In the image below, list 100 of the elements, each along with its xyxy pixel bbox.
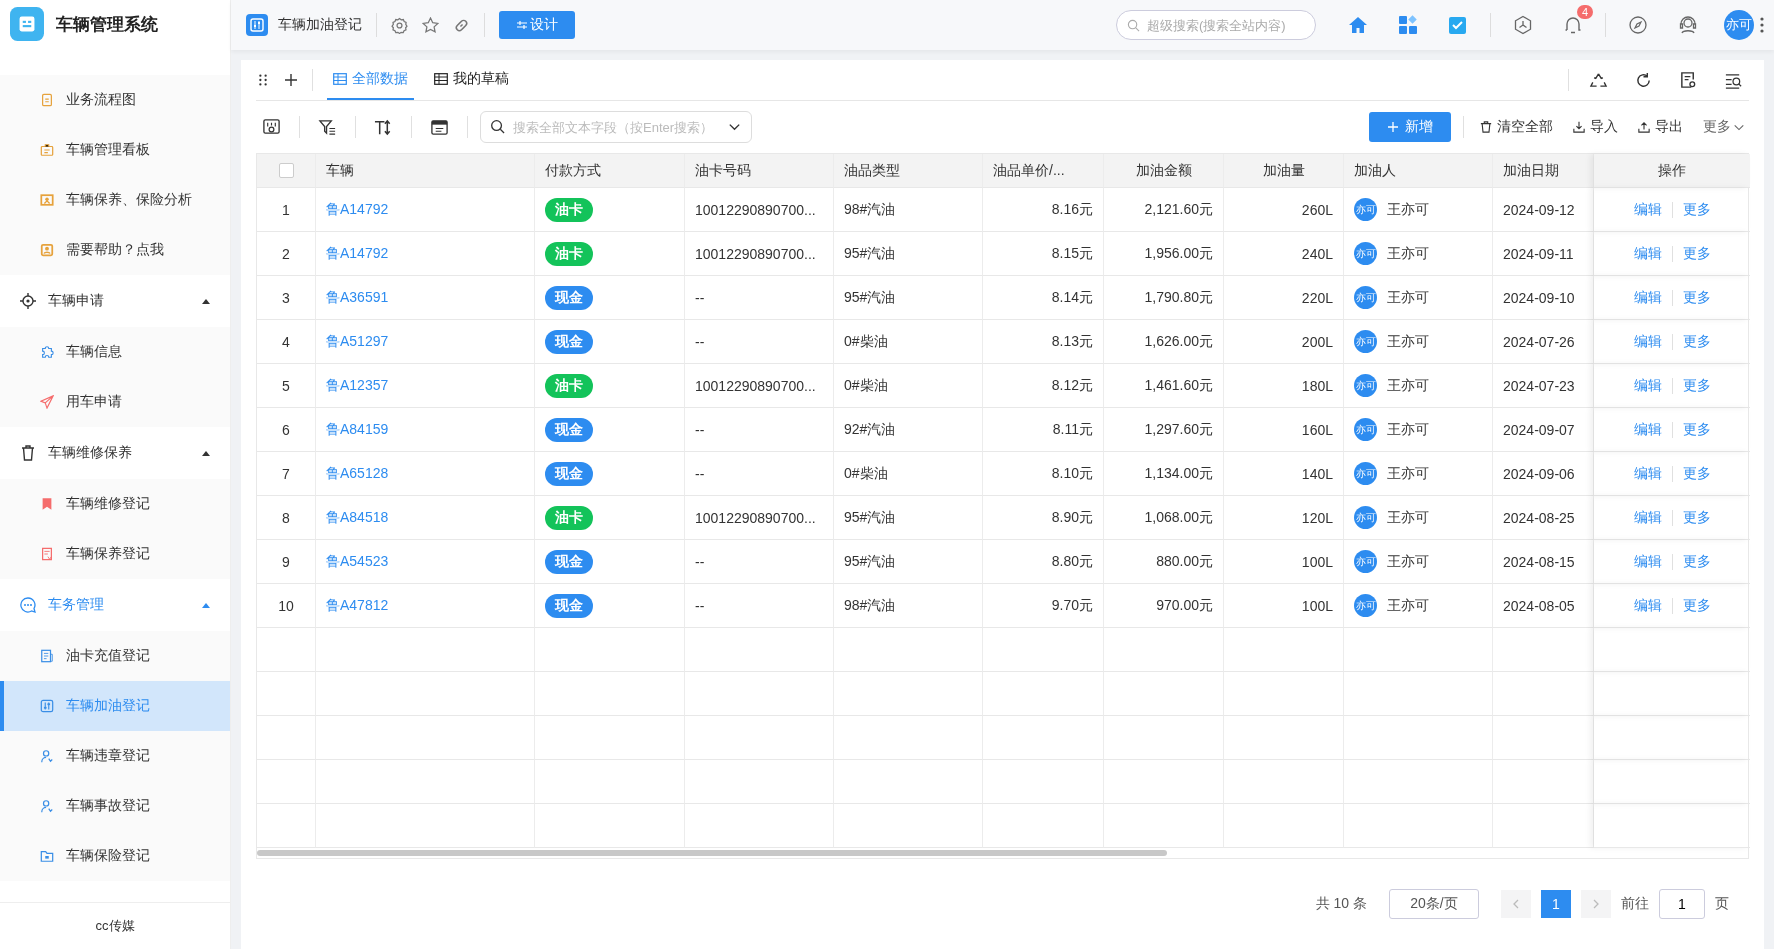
table-cell: 8.90元 [1051, 508, 1093, 527]
payment-tag: 现金 [545, 549, 593, 574]
table-cell: 2024-09-10 [1503, 289, 1575, 306]
page-input[interactable]: 1 [1659, 889, 1705, 919]
sidebar-item[interactable]: 车辆管理看板 [0, 125, 230, 175]
view-tab[interactable]: 全部数据 [327, 60, 414, 100]
hexagon-icon[interactable] [1513, 15, 1533, 35]
sidebar-item[interactable]: 车辆违章登记 [0, 731, 230, 781]
document-search-icon[interactable] [1679, 70, 1698, 90]
more-link[interactable]: 更多 [1672, 376, 1721, 395]
more-link[interactable]: 更多 [1672, 288, 1721, 307]
view-tab[interactable]: 我的草稿 [428, 60, 515, 100]
column-header: 油卡号码 [695, 161, 751, 180]
sidebar-item[interactable]: 业务流程图 [0, 75, 230, 125]
sidebar-item[interactable]: 车辆保养登记 [0, 529, 230, 579]
settings-icon[interactable] [391, 16, 408, 34]
table-cell: 10012290890700... [695, 377, 816, 394]
edit-link[interactable]: 编辑 [1623, 244, 1672, 263]
compass-icon[interactable] [1628, 15, 1648, 35]
add-button[interactable]: 新增 [1369, 112, 1451, 142]
table-cell: 240L [1301, 245, 1333, 262]
plate-link[interactable]: 鲁A84159 [326, 420, 389, 439]
filter-icon[interactable] [318, 117, 337, 137]
more-button[interactable]: 更多 [1699, 118, 1749, 136]
plate-link[interactable]: 鲁A14792 [326, 244, 389, 263]
plate-link[interactable]: 鲁A65128 [326, 464, 389, 483]
edit-link[interactable]: 编辑 [1623, 464, 1672, 483]
edit-link[interactable]: 编辑 [1623, 332, 1672, 351]
sidebar-item[interactable]: 车辆保养、保险分析 [0, 175, 230, 225]
import-button[interactable]: 导入 [1569, 118, 1622, 136]
plate-link[interactable]: 鲁A36591 [326, 288, 389, 307]
plate-link[interactable]: 鲁A47812 [326, 596, 389, 615]
plate-link[interactable]: 鲁A14792 [326, 200, 389, 219]
table-cell: 1,134.00元 [1144, 464, 1213, 483]
sidebar-item[interactable]: 用车申请 [0, 377, 230, 427]
more-icon[interactable] [1760, 17, 1764, 33]
edit-link[interactable]: 编辑 [1623, 376, 1672, 395]
apps-icon[interactable] [1398, 15, 1418, 35]
plate-link[interactable]: 鲁A12357 [326, 376, 389, 395]
more-link[interactable]: 更多 [1672, 552, 1721, 571]
edit-link[interactable]: 编辑 [1623, 420, 1672, 439]
drag-handle-icon[interactable] [256, 73, 270, 87]
plus-icon [1387, 121, 1399, 133]
plate-link[interactable]: 鲁A51297 [326, 332, 389, 351]
more-link[interactable]: 更多 [1672, 464, 1721, 483]
plus-icon[interactable] [284, 73, 298, 87]
bell-icon[interactable] [1563, 15, 1583, 35]
edit-link[interactable]: 编辑 [1623, 596, 1672, 615]
task-check-icon[interactable] [1448, 15, 1468, 35]
home-icon[interactable] [1348, 15, 1368, 35]
sidebar-item[interactable]: 需要帮助？点我 [0, 225, 230, 275]
plate-link[interactable]: 鲁A84518 [326, 508, 389, 527]
sidebar-item[interactable]: 车辆加油登记 [0, 681, 230, 731]
table-cell: 260L [1301, 201, 1333, 218]
sidebar-item[interactable]: 车辆维修登记 [0, 479, 230, 529]
person-name: 王亦可 [1387, 508, 1429, 527]
user-avatar[interactable]: 亦可 [1724, 10, 1754, 40]
edit-link[interactable]: 编辑 [1623, 200, 1672, 219]
plate-link[interactable]: 鲁A54523 [326, 552, 389, 571]
select-all-checkbox[interactable] [278, 163, 294, 178]
clear-all-button[interactable]: 清空全部 [1476, 118, 1557, 136]
sidebar-item[interactable]: 车辆信息 [0, 327, 230, 377]
table-icon [333, 73, 347, 85]
edit-link[interactable]: 编辑 [1623, 288, 1672, 307]
row-number: 2 [282, 245, 290, 262]
monitor-eye-icon[interactable] [262, 117, 281, 137]
table-cell: 8.11元 [1052, 420, 1093, 439]
star-icon[interactable] [422, 16, 439, 34]
column-header: 操作 [1658, 161, 1686, 180]
calendar-icon[interactable] [430, 117, 449, 137]
more-link[interactable]: 更多 [1672, 420, 1721, 439]
search-field[interactable]: 超级搜索(搜索全站内容) [1116, 10, 1316, 40]
more-link[interactable]: 更多 [1672, 332, 1721, 351]
table-cell: -- [695, 333, 705, 350]
more-link[interactable]: 更多 [1672, 596, 1721, 615]
page-button[interactable]: 1 [1541, 890, 1571, 918]
refresh-icon[interactable] [1634, 70, 1653, 90]
more-link[interactable]: 更多 [1672, 508, 1721, 527]
table-cell: 1,956.00元 [1144, 244, 1213, 263]
sidebar-item[interactable]: 车辆事故登记 [0, 781, 230, 831]
more-link[interactable]: 更多 [1672, 200, 1721, 219]
more-link[interactable]: 更多 [1672, 244, 1721, 263]
export-button[interactable]: 导出 [1634, 118, 1687, 136]
table-cell: 180L [1301, 377, 1333, 394]
column-header: 油品单价/... [993, 161, 1065, 180]
text-size-icon[interactable] [374, 117, 393, 137]
edit-link[interactable]: 编辑 [1623, 508, 1672, 527]
design-button[interactable]: 设计 [499, 11, 575, 39]
user-avatar: 亦可 [1354, 330, 1377, 353]
sidebar-item[interactable]: 车辆保险登记 [0, 831, 230, 881]
edit-link[interactable]: 编辑 [1623, 552, 1672, 571]
page-size-select[interactable]: 20条/页 [1389, 889, 1479, 919]
table-cell: 100L [1301, 597, 1333, 614]
column-header: 加油量 [1262, 161, 1305, 180]
search-field[interactable]: 搜索全部文本字段（按Enter搜索） [480, 111, 752, 143]
headset-icon[interactable] [1678, 15, 1698, 35]
payment-tag: 现金 [545, 417, 593, 442]
sidebar-item[interactable]: 油卡充值登记 [0, 631, 230, 681]
scrollbar-thumb[interactable] [257, 850, 1167, 856]
user-avatar: 亦可 [1354, 198, 1377, 221]
